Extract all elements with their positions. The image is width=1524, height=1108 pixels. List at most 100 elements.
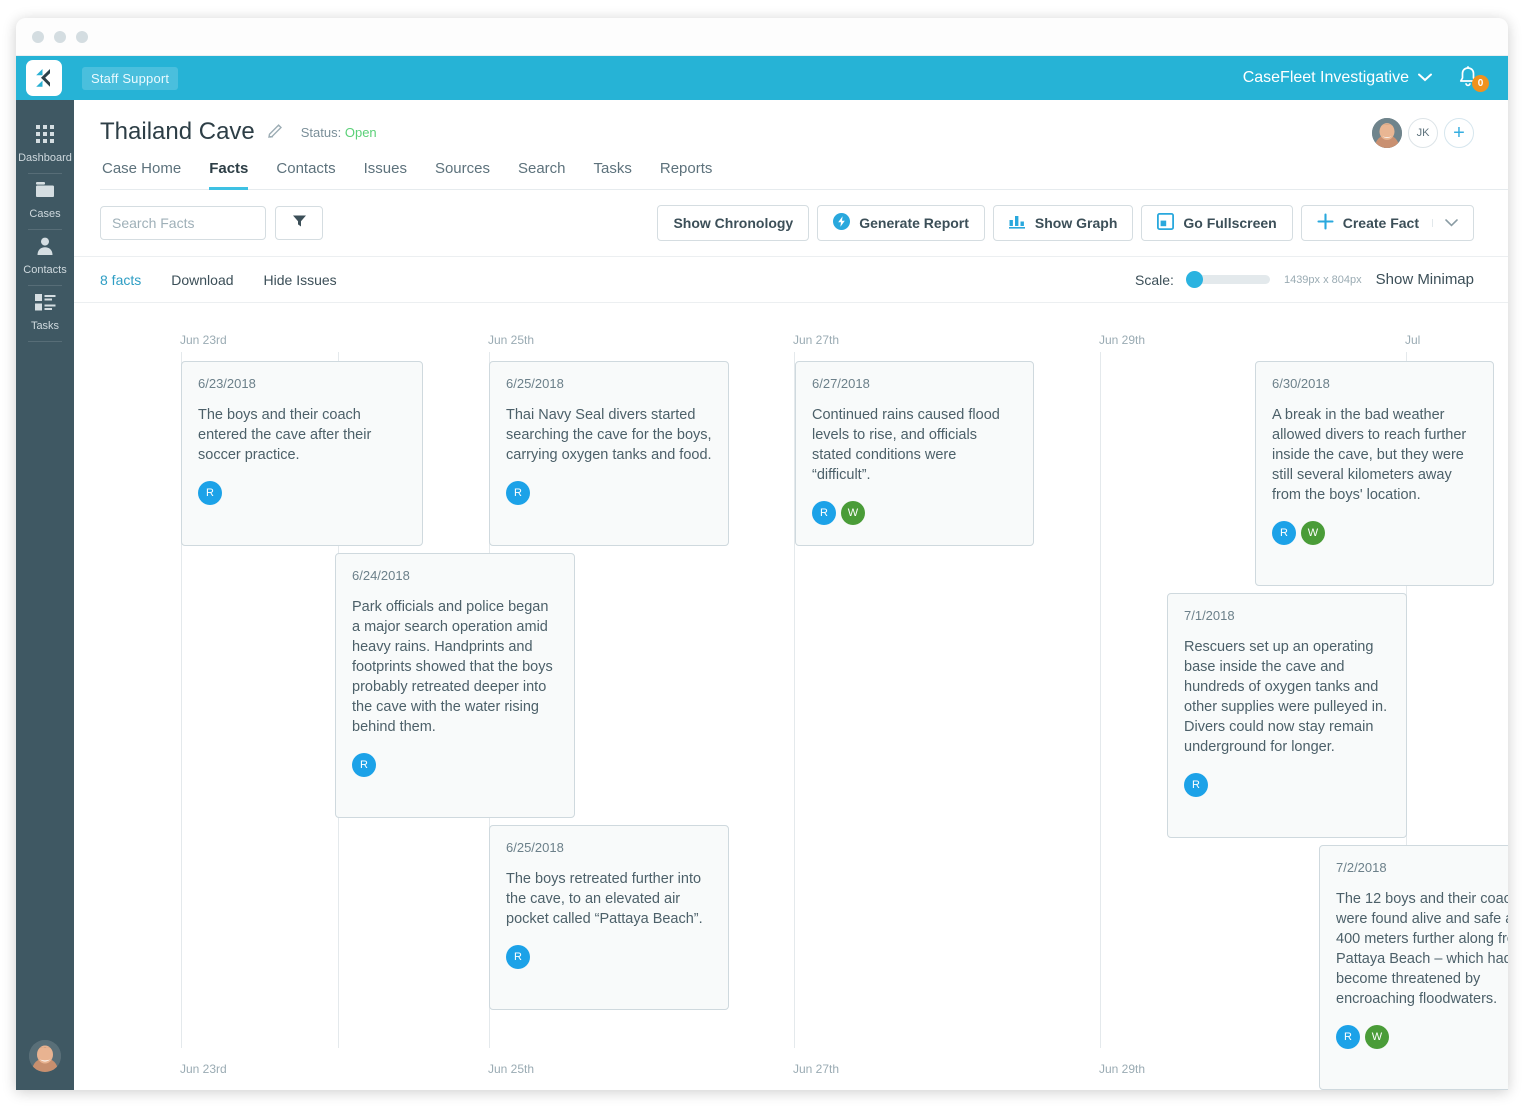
fact-avatar-w[interactable]: W <box>1365 1025 1389 1049</box>
tab-sources[interactable]: Sources <box>435 160 490 190</box>
plus-icon <box>1317 213 1334 233</box>
sidebar-item-contacts[interactable]: Contacts <box>16 230 74 286</box>
tab-tasks[interactable]: Tasks <box>594 160 632 190</box>
fact-card[interactable]: 6/30/2018 A break in the bad weather allo… <box>1255 361 1494 586</box>
fact-date: 6/24/2018 <box>352 568 410 583</box>
fact-text: A break in the bad weather allowed diver… <box>1272 407 1467 503</box>
fact-avatar-w[interactable]: W <box>841 501 865 525</box>
window-close-dot[interactable] <box>32 30 44 43</box>
tab-reports[interactable]: Reports <box>660 160 713 190</box>
sidebar-item-label: Contacts <box>23 264 67 276</box>
browser-titlebar <box>16 18 1508 56</box>
tab-contacts[interactable]: Contacts <box>276 160 335 190</box>
fact-avatar-r[interactable]: R <box>506 945 530 969</box>
fact-card[interactable]: 6/24/2018 Park officials and police began… <box>335 553 575 818</box>
go-fullscreen-label: Go Fullscreen <box>1183 215 1277 231</box>
timeline-axis-label-bottom: Jun 29th <box>1099 1062 1146 1076</box>
fact-avatar-group: RW <box>812 501 1017 525</box>
timeline-axis-label-top: Jun 27th <box>793 333 840 347</box>
collaborator-avatar[interactable] <box>1372 118 1402 148</box>
fact-avatar-r[interactable]: R <box>506 481 530 505</box>
fact-card[interactable]: 6/23/2018 The boys and their coach entere… <box>181 361 423 546</box>
org-name-label: CaseFleet Investigative <box>1242 69 1409 86</box>
timeline-axis-label-bottom: Jun 27th <box>793 1062 840 1076</box>
fact-avatar-group: R <box>1184 773 1390 797</box>
user-avatar-photo[interactable] <box>29 1040 61 1072</box>
fact-avatar-r[interactable]: R <box>198 481 222 505</box>
sidebar-item-label: Tasks <box>30 320 60 332</box>
org-switcher[interactable]: CaseFleet Investigative <box>1243 69 1432 87</box>
create-fact-dropdown-toggle[interactable] <box>1432 219 1458 227</box>
fact-date: 6/25/2018 <box>506 840 564 855</box>
staff-support-badge[interactable]: Staff Support <box>82 66 179 90</box>
timeline-axis-label-top: Jun 29th <box>1099 333 1146 347</box>
search-input[interactable] <box>100 206 266 240</box>
generate-report-label: Generate Report <box>859 215 969 231</box>
fact-avatar-group: R <box>352 753 558 777</box>
create-fact-button[interactable]: Create Fact <box>1300 205 1474 241</box>
download-link[interactable]: Download <box>171 272 233 288</box>
scale-slider[interactable] <box>1185 271 1270 288</box>
fact-avatar-r[interactable]: R <box>352 753 376 777</box>
show-graph-button[interactable]: Show Graph <box>992 205 1134 241</box>
facts-subtoolbar: 8 facts Download Hide Issues Scale: 1439… <box>74 257 1508 303</box>
status-label: Status: <box>300 124 342 140</box>
status-value: Open <box>344 124 377 140</box>
bar-chart-icon <box>1008 214 1026 232</box>
window-minimize-dot[interactable] <box>54 30 66 43</box>
scale-label: Scale: <box>1135 271 1174 288</box>
fact-avatar-w[interactable]: W <box>1301 521 1325 545</box>
fact-card[interactable]: 6/25/2018 The boys retreated further into… <box>489 825 729 1010</box>
scale-slider-knob[interactable] <box>1185 271 1203 288</box>
fact-avatar-r[interactable]: R <box>1272 521 1296 545</box>
fact-date: 6/25/2018 <box>506 376 564 391</box>
tab-facts[interactable]: Facts <box>209 160 249 190</box>
timeline-axis-label-bottom: Jun 25th <box>488 1062 535 1076</box>
fact-date: 6/30/2018 <box>1272 376 1330 391</box>
funnel-filter-icon <box>292 214 307 233</box>
pencil-edit-icon[interactable] <box>267 121 285 144</box>
fact-avatar-group: R <box>198 481 406 505</box>
fact-card[interactable]: 7/2/2018 The 12 boys and their coach were… <box>1319 845 1508 1090</box>
fact-card[interactable]: 6/27/2018 Continued rains caused flood le… <box>795 361 1034 546</box>
facts-timeline-canvas[interactable]: Jun 23rd Jun 23rd Jun 25th Jun 25th Jun 27th… <box>74 328 1508 1090</box>
notification-bell-icon[interactable]: 0 <box>1456 64 1489 92</box>
sidebar-item-cases[interactable]: Cases <box>16 174 74 230</box>
notification-count-badge: 0 <box>1472 75 1489 92</box>
fullscreen-icon <box>1157 212 1175 233</box>
status-badge: Status: Open <box>301 125 377 140</box>
casefleet-logo-icon[interactable] <box>26 60 62 96</box>
facts-toolbar: Show Chronology Generate Report <box>74 190 1508 257</box>
add-collaborator-button[interactable]: + <box>1444 118 1474 148</box>
case-title-row: Thailand Cave Status: Open <box>100 118 1508 146</box>
fact-date: 7/1/2018 <box>1184 608 1235 623</box>
grid-icon <box>35 122 55 146</box>
fact-date: 6/23/2018 <box>198 376 256 391</box>
tab-search[interactable]: Search <box>518 160 566 190</box>
show-chronology-button[interactable]: Show Chronology <box>657 205 810 241</box>
bolt-circle-icon <box>833 213 851 233</box>
show-chronology-label: Show Chronology <box>673 215 794 231</box>
fact-avatar-r[interactable]: R <box>812 501 836 525</box>
facts-count-label[interactable]: 8 facts <box>100 272 141 288</box>
window-maximize-dot[interactable] <box>76 30 88 43</box>
fact-avatar-group: RW <box>1336 1025 1508 1049</box>
fact-text: The boys and their coach entered the cav… <box>198 407 372 463</box>
fact-avatar-r[interactable]: R <box>1184 773 1208 797</box>
show-minimap-link[interactable]: Show Minimap <box>1376 271 1474 288</box>
fact-card[interactable]: 7/1/2018 Rescuers set up an operating bas… <box>1167 593 1407 838</box>
tab-case-home[interactable]: Case Home <box>102 160 181 190</box>
go-fullscreen-button[interactable]: Go Fullscreen <box>1141 205 1293 241</box>
fact-card[interactable]: 6/25/2018 Thai Navy Seal divers started s… <box>489 361 729 546</box>
sidebar-item-dashboard[interactable]: Dashboard <box>16 118 74 174</box>
hide-issues-link[interactable]: Hide Issues <box>264 272 337 288</box>
filter-button[interactable] <box>275 206 323 240</box>
timeline-axis-label-top: Jul <box>1405 333 1421 347</box>
sidebar-item-tasks[interactable]: Tasks <box>16 286 74 342</box>
tab-issues[interactable]: Issues <box>364 160 407 190</box>
fact-avatar-r[interactable]: R <box>1336 1025 1360 1049</box>
collaborator-initials[interactable]: JK <box>1408 118 1438 148</box>
fact-avatar-group: RW <box>1272 521 1477 545</box>
generate-report-button[interactable]: Generate Report <box>817 205 985 241</box>
fact-date: 6/27/2018 <box>812 376 870 391</box>
